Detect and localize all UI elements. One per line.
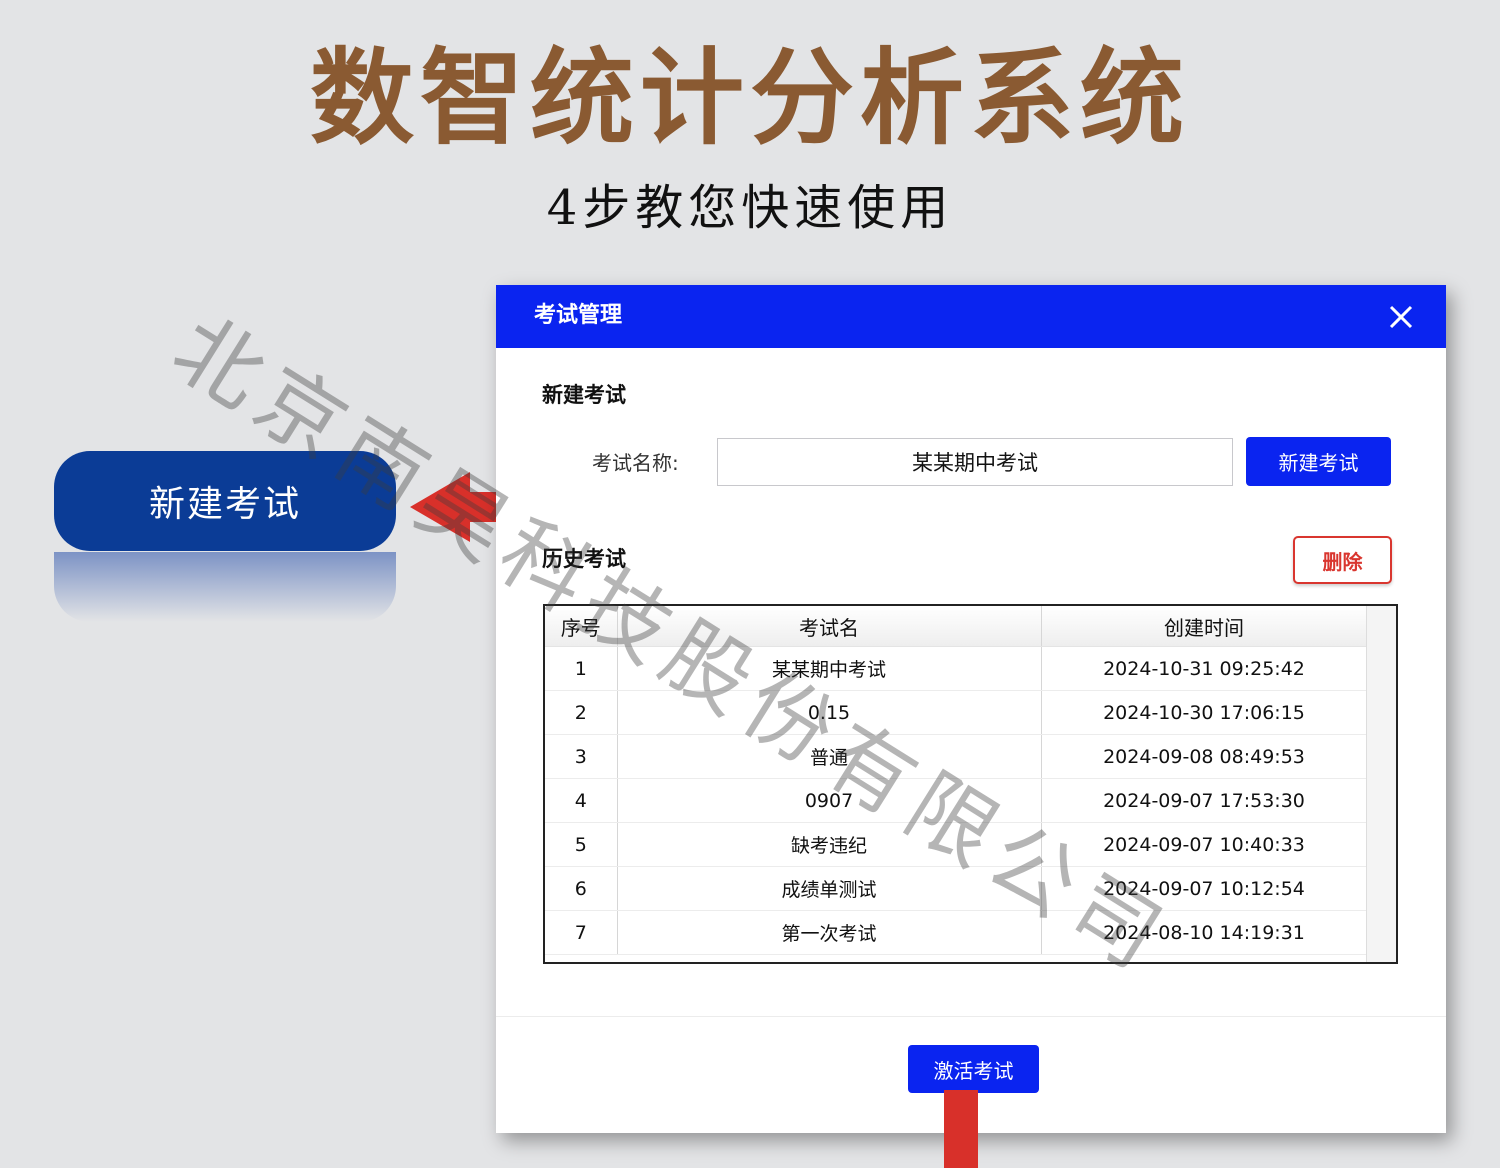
cell-created-time: 2024-10-30 17:06:15 xyxy=(1041,690,1368,735)
table-row[interactable]: 2 0.15 2024-10-30 17:06:15 xyxy=(545,690,1368,735)
cell-index: 1 xyxy=(545,646,618,691)
activate-exam-button[interactable]: 激活考试 xyxy=(908,1045,1039,1093)
history-section-title: 历史考试 xyxy=(542,547,626,571)
cell-exam-name: 0907 xyxy=(617,778,1042,823)
step-callout-label: 新建考试 xyxy=(54,451,396,551)
arrow-down-icon xyxy=(944,1090,978,1168)
cell-exam-name: 第一次考试 xyxy=(617,910,1042,955)
cell-exam-name: 缺考违纪 xyxy=(617,822,1042,867)
delete-button[interactable]: 删除 xyxy=(1293,536,1392,584)
table-row[interactable]: 1 某某期中考试 2024-10-31 09:25:42 xyxy=(545,646,1368,691)
cell-exam-name: 成绩单测试 xyxy=(617,866,1042,911)
column-header-created-time[interactable]: 创建时间 xyxy=(1041,606,1368,647)
close-icon[interactable] xyxy=(1386,302,1416,332)
cell-created-time: 2024-10-31 09:25:42 xyxy=(1041,646,1368,691)
table-row[interactable]: 4 0907 2024-09-07 17:53:30 xyxy=(545,778,1368,823)
page-title: 数智统计分析系统 xyxy=(309,37,1190,159)
cell-index: 7 xyxy=(545,910,618,955)
table-header-row: 序号 考试名 创建时间 xyxy=(545,606,1368,647)
new-exam-section-title: 新建考试 xyxy=(542,383,626,407)
column-header-exam-name[interactable]: 考试名 xyxy=(617,606,1042,647)
cell-exam-name: 普通 xyxy=(617,734,1042,779)
cell-exam-name: 0.15 xyxy=(617,690,1042,735)
table-row[interactable]: 6 成绩单测试 2024-09-07 10:12:54 xyxy=(545,866,1368,911)
cell-index: 3 xyxy=(545,734,618,779)
table-row[interactable]: 7 第一次考试 2024-08-10 14:19:31 xyxy=(545,910,1368,955)
dialog-header: 考试管理 xyxy=(496,285,1446,348)
cell-index: 2 xyxy=(545,690,618,735)
cell-created-time: 2024-09-07 10:40:33 xyxy=(1041,822,1368,867)
cell-created-time: 2024-09-07 17:53:30 xyxy=(1041,778,1368,823)
cell-created-time: 2024-09-07 10:12:54 xyxy=(1041,866,1368,911)
dialog-title: 考试管理 xyxy=(534,303,623,328)
exam-name-input[interactable] xyxy=(717,438,1233,486)
table-row[interactable]: 5 缺考违纪 2024-09-07 10:40:33 xyxy=(545,822,1368,867)
cell-created-time: 2024-08-10 14:19:31 xyxy=(1041,910,1368,955)
column-header-index[interactable]: 序号 xyxy=(545,606,618,647)
create-exam-button[interactable]: 新建考试 xyxy=(1246,437,1391,486)
exam-name-label: 考试名称: xyxy=(592,451,679,475)
cell-index: 5 xyxy=(545,822,618,867)
history-table: 序号 考试名 创建时间 1 某某期中考试 2024-10-31 09:25:42… xyxy=(543,604,1398,964)
table-scrollbar-track[interactable] xyxy=(1366,606,1396,962)
table-row[interactable]: 3 普通 2024-09-08 08:49:53 xyxy=(545,734,1368,779)
cell-created-time: 2024-09-08 08:49:53 xyxy=(1041,734,1368,779)
page-subtitle: 4步教您快速使用 xyxy=(546,180,954,236)
cell-exam-name: 某某期中考试 xyxy=(617,646,1042,691)
cell-index: 6 xyxy=(545,866,618,911)
cell-index: 4 xyxy=(545,778,618,823)
exam-management-dialog: 考试管理 新建考试 考试名称: 新建考试 历史考试 删除 序号 考试名 创建时间… xyxy=(496,285,1446,1133)
footer-divider xyxy=(496,1016,1446,1017)
callout-reflection xyxy=(54,552,396,622)
